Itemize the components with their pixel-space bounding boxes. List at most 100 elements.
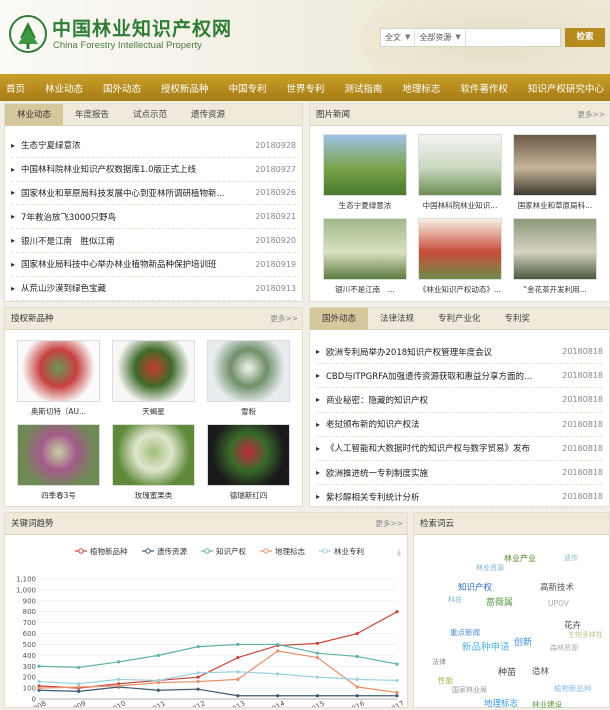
tab-foreign-1[interactable]: 法律法规 — [368, 308, 426, 330]
variety-caption[interactable]: 奥斯切特（AU... — [11, 406, 106, 417]
nav-item-5[interactable]: 世界专利 — [286, 81, 324, 95]
photo-caption[interactable]: 中国林科院林业知识... — [412, 200, 508, 211]
cloud-word[interactable]: 科技 — [448, 595, 462, 605]
variety-thumbnail[interactable] — [112, 424, 195, 486]
list-item-title[interactable]: 欧洲推进统一专利制度实施 — [326, 467, 551, 479]
tab-news-3[interactable]: 遗传资源 — [179, 104, 237, 126]
list-item[interactable]: ▸ CBD与ITPGRFA加强遗传资源获取和惠益分享方面的... 20180818 — [316, 364, 603, 389]
list-item[interactable]: ▸ 7年救治放飞3000只野鸟 20180921 — [11, 205, 296, 230]
photo-news-more-link[interactable]: 更多>> — [577, 104, 605, 126]
variety-caption[interactable]: 四季春3号 — [11, 490, 106, 501]
list-item-title[interactable]: 生态宁夏绿意浓 — [21, 139, 244, 151]
photo-caption[interactable]: “金花茶开发利用... — [507, 284, 603, 295]
list-item[interactable]: ▸ 《人工智能和大数据时代的知识产权与数字贸易》发布 20180818 — [316, 437, 603, 461]
list-item-title[interactable]: 商业秘密：隐藏的知识产权 — [326, 394, 551, 406]
nav-item-0[interactable]: 首页 — [6, 81, 25, 95]
tab-foreign-2[interactable]: 专利产业化 — [426, 308, 493, 330]
list-item[interactable]: ▸ 商业秘密：隐藏的知识产权 20180818 — [316, 388, 603, 413]
cloud-word[interactable]: 创新 — [514, 635, 532, 648]
list-item-title[interactable]: 欧洲专利局举办2018知识产权管理年度会议 — [326, 346, 551, 358]
list-item[interactable]: ▸ 银川不是江南 胜似江南 20180920 — [11, 229, 296, 253]
cloud-word[interactable]: 性能 — [438, 675, 453, 686]
cloud-word[interactable]: 国家林业局 — [452, 685, 487, 695]
variety-thumbnail[interactable] — [17, 424, 100, 486]
list-item-title[interactable]: 《人工智能和大数据时代的知识产权与数字贸易》发布 — [326, 442, 551, 454]
list-item-title[interactable]: 紫杉醇相关专利统计分析 — [326, 491, 551, 503]
photo-caption[interactable]: 国家林业和草原局科... — [507, 200, 603, 211]
photo-thumbnail[interactable] — [323, 218, 407, 280]
cloud-word[interactable]: 植物新品种 — [554, 683, 592, 694]
photo-caption[interactable]: 《林业知识产权动态》... — [412, 284, 508, 295]
variety-caption[interactable]: 德瑞斯红四 — [201, 490, 296, 501]
cloud-word[interactable]: UPOV — [548, 599, 569, 608]
nav-item-6[interactable]: 测试指南 — [344, 81, 382, 95]
variety-caption[interactable]: 天蝎星 — [106, 406, 201, 417]
cloud-word[interactable]: 地理标志 — [484, 697, 518, 709]
tab-news-1[interactable]: 年度报告 — [63, 104, 121, 126]
list-item[interactable]: ▸ 从荒山沙漠到绿色宝藏 20180913 — [11, 277, 296, 301]
list-item-title[interactable]: 国家林业和草原局科技发展中心到亚林所调研植物新... — [21, 187, 244, 199]
cloud-word[interactable]: 重点新闻 — [450, 627, 480, 638]
nav-item-1[interactable]: 林业动态 — [45, 81, 83, 95]
nav-item-3[interactable]: 授权新品种 — [161, 81, 209, 95]
tab-foreign-0[interactable]: 国外动态 — [310, 307, 369, 330]
list-item-title[interactable]: 中国林科院林业知识产权数据库1.0版正式上线 — [21, 163, 244, 175]
list-item[interactable]: ▸ 紫杉醇相关专利统计分析 20180818 — [316, 485, 603, 510]
tab-foreign-3[interactable]: 专利奖 — [493, 308, 543, 330]
tab-news-0[interactable]: 林业动态 — [5, 103, 64, 126]
variety-thumbnail[interactable] — [207, 424, 290, 486]
variety-thumbnail[interactable] — [207, 340, 290, 402]
variety-caption[interactable]: 雪粉 — [201, 406, 296, 417]
cloud-word[interactable]: 遗传 — [564, 553, 578, 563]
cloud-word[interactable]: 种苗 — [498, 665, 516, 678]
list-item[interactable]: ▸ 中国林科院林业知识产权数据库1.0版正式上线 20180927 — [11, 158, 296, 182]
nav-item-8[interactable]: 软件著作权 — [460, 81, 508, 95]
cloud-word[interactable]: 蔷薇属 — [486, 595, 513, 608]
nav-item-2[interactable]: 国外动态 — [103, 81, 141, 95]
list-item[interactable]: ▸ 欧洲推进统一专利制度实施 20180818 — [316, 461, 603, 486]
photo-caption[interactable]: 生态宁夏绿意浓 — [317, 200, 413, 211]
logo-icon[interactable] — [8, 14, 48, 54]
photo-thumbnail[interactable] — [513, 134, 597, 196]
search-type-select[interactable]: 全部资源 ▼ — [415, 29, 466, 46]
cloud-word[interactable]: 法律 — [432, 657, 446, 667]
search-scope-select[interactable]: 全文 ▼ — [381, 29, 416, 46]
list-item-title[interactable]: 银川不是江南 胜似江南 — [21, 235, 244, 247]
list-item[interactable]: ▸ 欧洲专利局举办2018知识产权管理年度会议 20180818 — [316, 340, 603, 365]
search-button[interactable]: 检索 — [565, 28, 605, 47]
search-input[interactable] — [465, 29, 560, 46]
photo-thumbnail[interactable] — [323, 134, 407, 196]
variety-thumbnail[interactable] — [112, 340, 195, 402]
cloud-word[interactable]: 知识产权 — [458, 581, 492, 593]
cloud-word[interactable]: 生物多样性 — [568, 630, 603, 640]
trend-more-link[interactable]: 更多>> — [375, 513, 403, 535]
cloud-word[interactable]: 林业建设 — [532, 699, 562, 710]
cloud-word[interactable]: 林业产业 — [504, 553, 536, 564]
photo-thumbnail[interactable] — [418, 218, 502, 280]
varieties-more-link[interactable]: 更多>> — [270, 308, 298, 330]
photo-thumbnail[interactable] — [513, 218, 597, 280]
nav-item-7[interactable]: 地理标志 — [402, 81, 440, 95]
list-item-date: 20180919 — [255, 259, 296, 269]
cloud-word[interactable]: 林业资源 — [476, 563, 504, 573]
nav-item-4[interactable]: 中国专利 — [228, 81, 266, 95]
list-item[interactable]: ▸ 老挝颁布新的知识产权法 20180818 — [316, 413, 603, 437]
tab-news-2[interactable]: 试点示范 — [121, 104, 179, 126]
photo-caption[interactable]: 银川不是江南 ... — [317, 284, 413, 295]
list-item-title[interactable]: CBD与ITPGRFA加强遗传资源获取和惠益分享方面的... — [326, 370, 551, 382]
list-item-title[interactable]: 7年救治放飞3000只野鸟 — [21, 211, 244, 223]
list-item-title[interactable]: 老挝颁布新的知识产权法 — [326, 418, 551, 430]
list-item[interactable]: ▸ 国家林业局科技中心举办林业植物新品种保护培训班 20180919 — [11, 253, 296, 277]
list-item-title[interactable]: 国家林业局科技中心举办林业植物新品种保护培训班 — [21, 258, 244, 270]
cloud-word[interactable]: 造林 — [532, 665, 549, 677]
list-item-title[interactable]: 从荒山沙漠到绿色宝藏 — [21, 282, 244, 294]
variety-caption[interactable]: 玫瑰蜜果类 — [106, 490, 201, 501]
list-item[interactable]: ▸ 国家林业和草原局科技发展中心到亚林所调研植物新... 20180926 — [11, 182, 296, 206]
variety-thumbnail[interactable] — [17, 340, 100, 402]
cloud-word[interactable]: 森林资源 — [550, 643, 578, 653]
nav-item-9[interactable]: 知识产权研究中心 — [528, 81, 604, 95]
cloud-word[interactable]: 新品种申请 — [462, 639, 510, 653]
photo-thumbnail[interactable] — [418, 134, 502, 196]
cloud-word[interactable]: 高新技术 — [540, 581, 574, 593]
list-item[interactable]: ▸ 生态宁夏绿意浓 20180928 — [11, 134, 296, 158]
